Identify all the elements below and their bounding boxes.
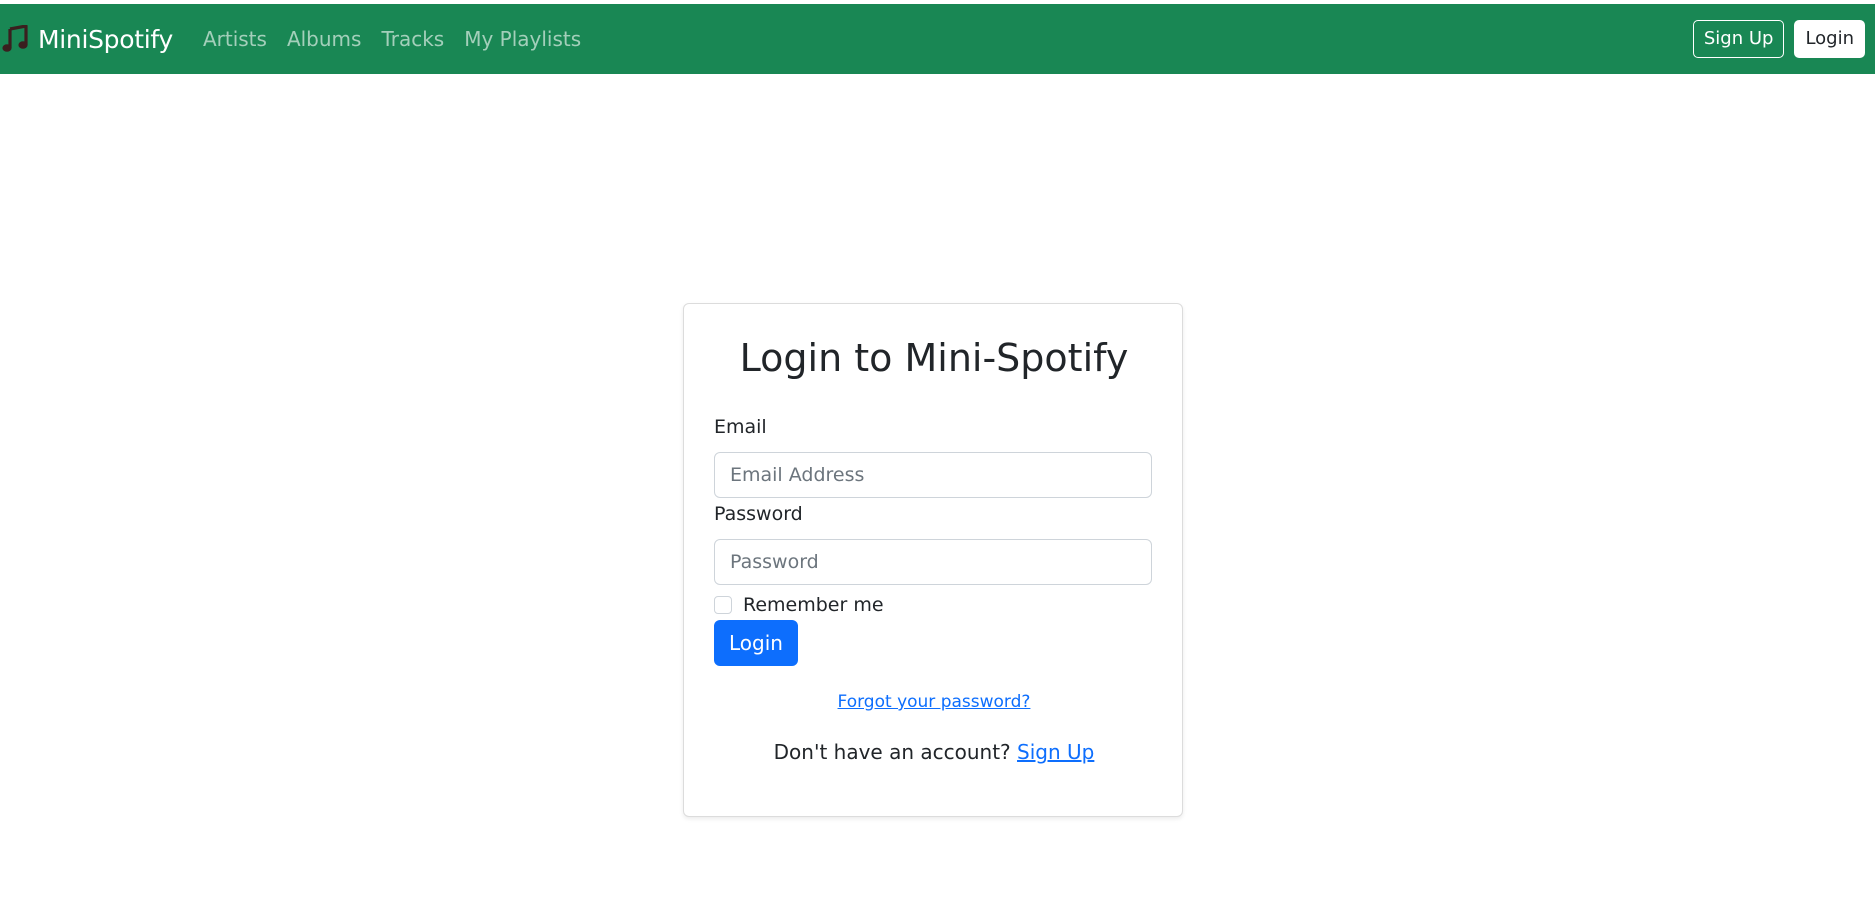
password-input[interactable] (714, 539, 1152, 585)
password-label: Password (714, 503, 803, 525)
no-account-text: Don't have an account? (773, 740, 1018, 764)
nav-link-my-playlists[interactable]: My Playlists (464, 27, 581, 51)
remember-me-checkbox[interactable] (714, 596, 732, 614)
nav-link-albums[interactable]: Albums (287, 27, 362, 51)
signup-prompt: Don't have an account? Sign Up (684, 740, 1184, 764)
nav-login-button[interactable]: Login (1794, 20, 1865, 58)
nav-signup-button[interactable]: Sign Up (1692, 20, 1785, 58)
nav-links: Artists Albums Tracks My Playlists (203, 27, 601, 51)
login-submit-button[interactable]: Login (714, 620, 798, 666)
signup-link[interactable]: Sign Up (1017, 740, 1094, 764)
nav-link-tracks[interactable]: Tracks (381, 27, 444, 51)
music-note-icon (2, 24, 28, 53)
forgot-password-link[interactable]: Forgot your password? (838, 692, 1031, 712)
nav-link-artists[interactable]: Artists (203, 27, 267, 51)
forgot-password-row: Forgot your password? (684, 692, 1184, 712)
navbar: MiniSpotify Artists Albums Tracks My Pla… (0, 4, 1875, 74)
email-label: Email (714, 416, 767, 438)
login-title: Login to Mini-Spotify (739, 336, 1129, 380)
email-input[interactable] (714, 452, 1152, 498)
nav-auth-buttons: Sign Up Login (1692, 20, 1865, 58)
remember-me-row: Remember me (714, 594, 884, 616)
brand-name: MiniSpotify (38, 24, 173, 54)
remember-me-label[interactable]: Remember me (743, 594, 884, 616)
brand-link[interactable]: MiniSpotify (2, 24, 173, 54)
login-card: Login to Mini-Spotify Email Password Rem… (683, 303, 1183, 817)
